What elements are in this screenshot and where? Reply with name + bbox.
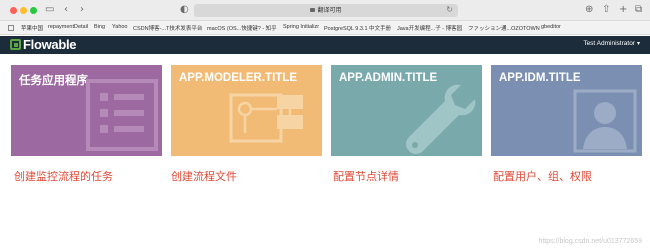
flowable-logo-icon bbox=[10, 39, 21, 50]
reload-icon[interactable]: ↻ bbox=[446, 5, 453, 14]
user-icon bbox=[573, 89, 637, 153]
tile-title: 任务应用程序 bbox=[19, 75, 88, 87]
task-list-icon bbox=[86, 79, 158, 151]
zoom-window-button[interactable] bbox=[30, 7, 37, 14]
new-tab-icon[interactable]: + bbox=[619, 4, 627, 16]
watermark: https://blog.csdn.net/u013772659 bbox=[538, 238, 642, 245]
tile-task-app[interactable]: 任务应用程序 bbox=[11, 65, 162, 156]
tile-modeler[interactable]: APP.MODELER.TITLE bbox=[171, 65, 322, 156]
tile-admin[interactable]: APP.ADMIN.TITLE bbox=[331, 65, 482, 156]
bookmark-item[interactable]: macOS (OS...快捷键? - 知乎 bbox=[207, 24, 277, 32]
bookmark-item[interactable]: ファッション通...OZOTOWN bbox=[468, 24, 540, 32]
user-name: Test Administrator bbox=[583, 40, 635, 47]
address-bar[interactable]: 翻译可用 ↻ bbox=[194, 4, 458, 17]
tile-link-task-app[interactable]: 创建监控流程的任务 bbox=[14, 168, 113, 184]
translate-icon bbox=[310, 8, 316, 13]
wrench-icon bbox=[406, 84, 476, 154]
tile-title: APP.IDM.TITLE bbox=[499, 72, 581, 84]
app-header: Flowable Test Administrator ▾ bbox=[0, 36, 650, 54]
bookmarks-grid-icon[interactable] bbox=[8, 25, 14, 31]
close-window-button[interactable] bbox=[10, 7, 17, 14]
share-icon[interactable]: ⇧ bbox=[602, 4, 610, 16]
chevron-down-icon: ▾ bbox=[636, 41, 640, 47]
download-icon[interactable]: ⊕ bbox=[585, 4, 593, 16]
bookmark-item[interactable]: Bing bbox=[94, 24, 105, 30]
minimize-window-button[interactable] bbox=[20, 7, 27, 14]
bookmark-item[interactable]: Spring Initializr bbox=[283, 24, 319, 30]
forward-icon[interactable]: › bbox=[80, 4, 84, 16]
browser-toolbar: ▭ ‹ › ◐ 翻译可用 ↻ ⊕ ⇧ + ⧉ bbox=[0, 0, 650, 21]
bookmark-item[interactable]: PostgreSQL 9.3.1 中文手册 bbox=[324, 24, 391, 32]
process-diagram-icon bbox=[229, 93, 303, 143]
bookmark-item[interactable]: CSDN博客-...T技术发表平台 bbox=[133, 24, 202, 32]
bookmark-item[interactable]: repaymentDetail bbox=[48, 24, 88, 30]
tile-link-admin[interactable]: 配置节点详情 bbox=[333, 168, 399, 184]
bookmark-item[interactable]: Yahoo bbox=[112, 24, 128, 30]
tile-link-modeler[interactable]: 创建流程文件 bbox=[171, 168, 237, 184]
address-text: 翻译可用 bbox=[317, 8, 342, 14]
bookmark-item[interactable]: gbeditor bbox=[541, 24, 561, 30]
tile-idm[interactable]: APP.IDM.TITLE bbox=[491, 65, 642, 156]
logo-text: Flowable bbox=[23, 37, 77, 52]
privacy-shield-icon: ◐ bbox=[180, 4, 189, 15]
bookmark-item[interactable]: Java开发编程...子 - 博客园 bbox=[397, 24, 462, 32]
sidebar-toggle-icon[interactable]: ▭ bbox=[45, 4, 54, 16]
tile-title: APP.MODELER.TITLE bbox=[179, 72, 297, 84]
tile-link-idm[interactable]: 配置用户、组、权限 bbox=[493, 168, 592, 184]
user-menu[interactable]: Test Administrator ▾ bbox=[583, 40, 640, 47]
bookmarks-bar: 苹果中国 repaymentDetail Bing Yahoo CSDN博客-.… bbox=[0, 21, 650, 35]
tab-overview-icon[interactable]: ⧉ bbox=[635, 4, 642, 16]
back-icon[interactable]: ‹ bbox=[64, 4, 68, 16]
bookmark-item[interactable]: 苹果中国 bbox=[21, 24, 43, 32]
